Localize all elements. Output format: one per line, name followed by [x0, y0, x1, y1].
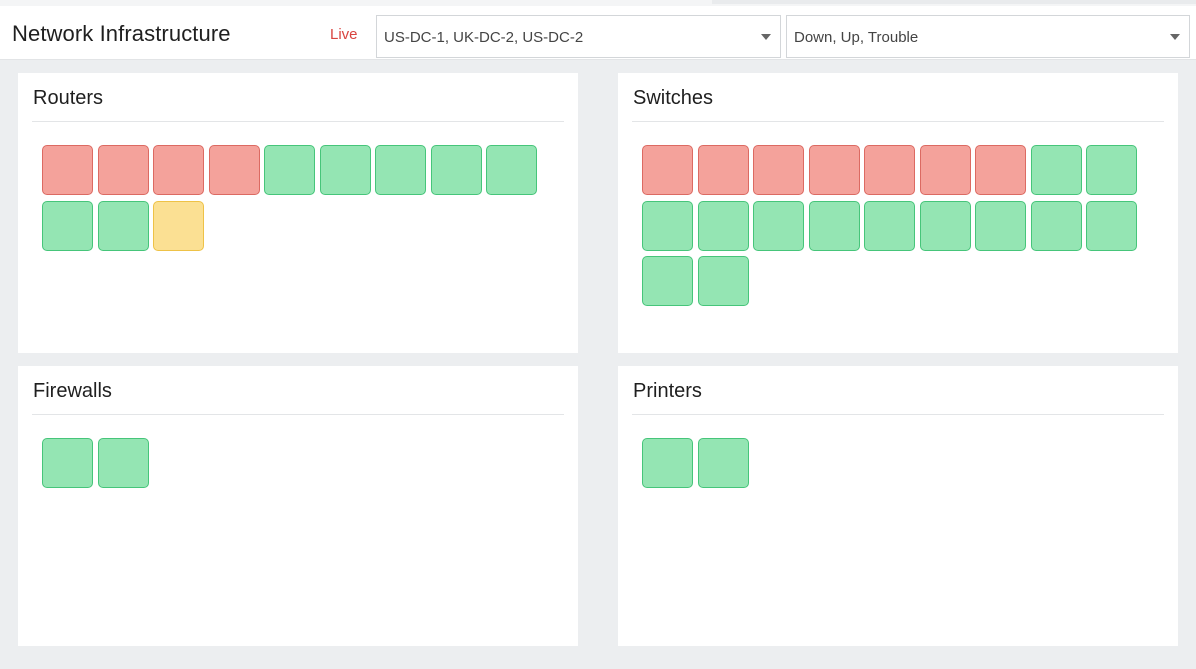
top-strip-segment: [712, 0, 1196, 4]
device-tile-down[interactable]: [864, 145, 915, 195]
device-tile-down[interactable]: [919, 145, 971, 195]
device-tile-up[interactable]: [1086, 200, 1137, 251]
device-tile-up[interactable]: [697, 256, 749, 306]
status-filter-select[interactable]: Down, Up, Trouble: [786, 15, 1190, 58]
device-tile-up[interactable]: [697, 438, 749, 488]
device-tile-trouble[interactable]: [153, 200, 204, 251]
routers-panel: Routers: [18, 73, 578, 353]
caret-down-icon[interactable]: [1170, 34, 1180, 40]
header-bar: Network Infrastructure Live US-DC-1, UK-…: [0, 6, 1196, 60]
device-tile-up[interactable]: [97, 438, 149, 488]
device-tile-down[interactable]: [153, 145, 204, 195]
divider: [32, 121, 564, 122]
datacenter-filter-value: US-DC-1, UK-DC-2, US-DC-2: [384, 29, 584, 46]
device-tile-up[interactable]: [1030, 200, 1082, 251]
divider: [632, 121, 1164, 122]
firewalls-device-grid: [42, 438, 552, 494]
printers-panel: Printers: [618, 366, 1178, 646]
device-tile-up[interactable]: [1086, 145, 1137, 195]
datacenter-filter-select[interactable]: US-DC-1, UK-DC-2, US-DC-2: [376, 15, 781, 58]
device-tile-up[interactable]: [42, 438, 93, 488]
routers-device-grid: [42, 145, 552, 256]
device-tile-up[interactable]: [42, 200, 93, 251]
device-tile-down[interactable]: [697, 145, 749, 195]
device-tile-up[interactable]: [375, 145, 426, 195]
switches-panel: Switches: [618, 73, 1178, 353]
device-tile-down[interactable]: [975, 145, 1026, 195]
firewalls-panel-title: Firewalls: [33, 380, 112, 402]
device-tile-up[interactable]: [642, 256, 693, 306]
device-tile-up[interactable]: [642, 438, 693, 488]
device-tile-down[interactable]: [642, 145, 693, 195]
printers-device-grid: [642, 438, 1152, 494]
divider: [32, 414, 564, 415]
status-filter-value: Down, Up, Trouble: [794, 29, 919, 46]
firewalls-panel: Firewalls: [18, 366, 578, 646]
caret-down-icon[interactable]: [761, 34, 771, 40]
device-tile-up[interactable]: [697, 200, 749, 251]
device-tile-up[interactable]: [864, 200, 915, 251]
device-tile-up[interactable]: [1030, 145, 1082, 195]
device-tile-up[interactable]: [753, 200, 804, 251]
device-tile-up[interactable]: [97, 200, 149, 251]
device-tile-up[interactable]: [430, 145, 482, 195]
switches-panel-title: Switches: [633, 87, 714, 109]
device-tile-up[interactable]: [642, 200, 693, 251]
device-tile-down[interactable]: [808, 145, 860, 195]
device-tile-down[interactable]: [97, 145, 149, 195]
device-tile-up[interactable]: [975, 200, 1026, 251]
device-tile-down[interactable]: [208, 145, 260, 195]
device-tile-down[interactable]: [753, 145, 804, 195]
device-tile-down[interactable]: [42, 145, 93, 195]
switches-device-grid: [642, 145, 1152, 312]
device-tile-up[interactable]: [264, 145, 315, 195]
device-tile-up[interactable]: [808, 200, 860, 251]
divider: [632, 414, 1164, 415]
device-tile-up[interactable]: [319, 145, 371, 195]
live-indicator[interactable]: Live: [330, 26, 358, 43]
device-tile-up[interactable]: [919, 200, 971, 251]
page-title: Network Infrastructure: [12, 21, 231, 46]
device-tile-up[interactable]: [486, 145, 537, 195]
printers-panel-title: Printers: [633, 380, 702, 402]
routers-panel-title: Routers: [33, 87, 104, 109]
